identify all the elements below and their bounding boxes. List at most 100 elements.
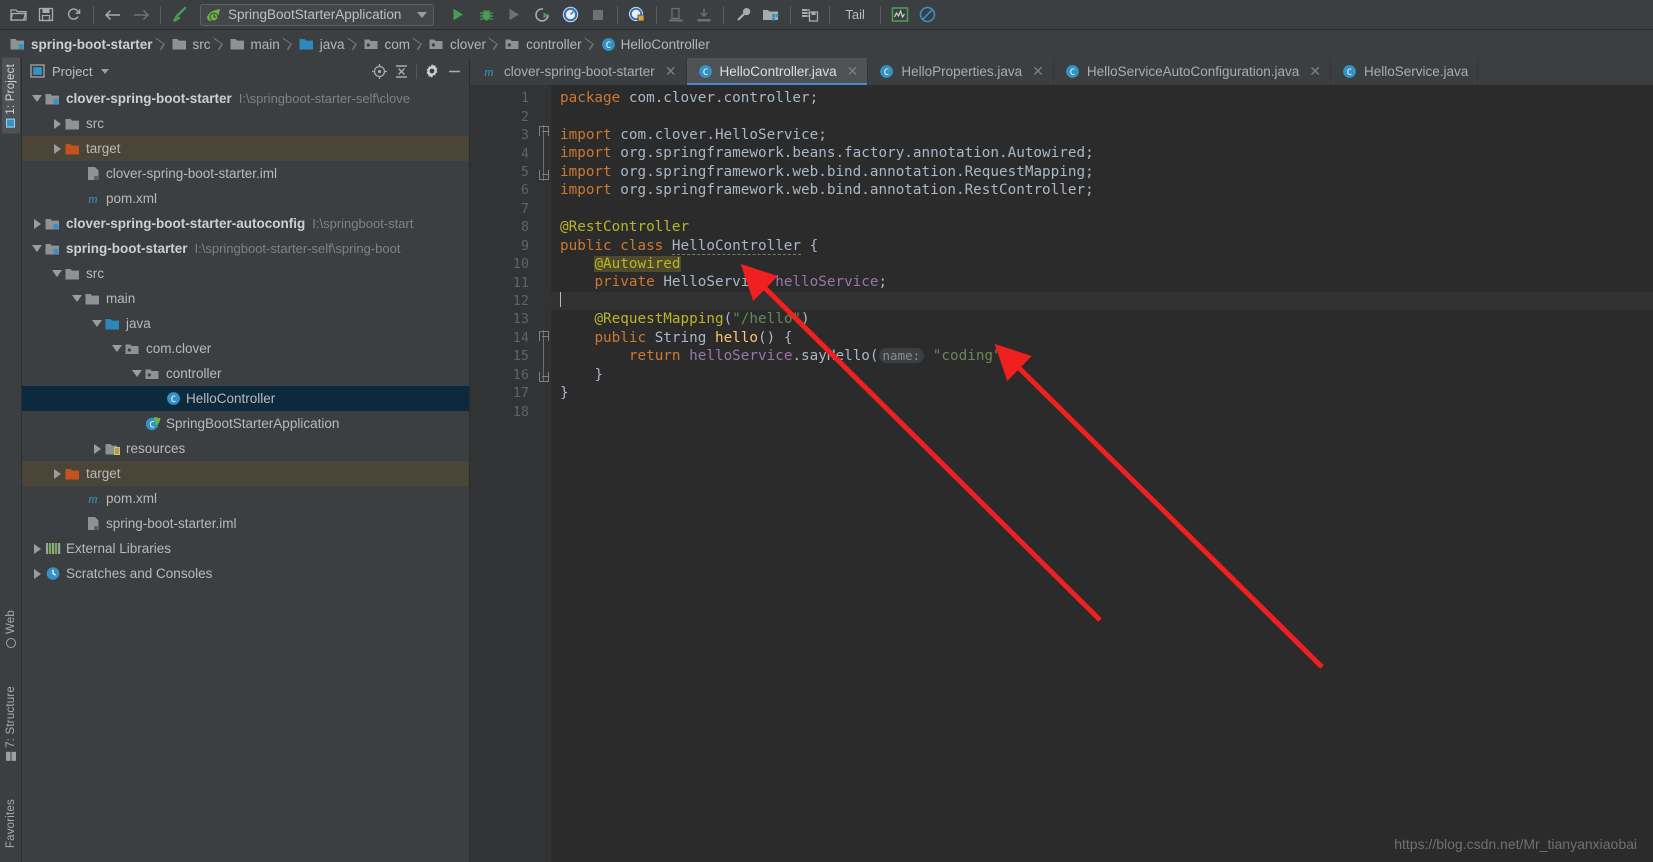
- collapse-arrow-icon[interactable]: [52, 270, 62, 277]
- gutter-line-17[interactable]: 17: [470, 384, 536, 402]
- save-all-icon[interactable]: [33, 3, 59, 27]
- debug-icon[interactable]: [473, 3, 499, 27]
- open-folder-icon[interactable]: [5, 3, 31, 27]
- no-entry-icon[interactable]: [915, 3, 941, 27]
- run-with-coverage-icon[interactable]: [501, 3, 527, 27]
- tree-item-spring-boot-starter-iml[interactable]: spring-boot-starter.iml: [22, 511, 469, 536]
- breadcrumb-item-com[interactable]: com: [360, 30, 413, 58]
- tree-item-target[interactable]: target: [22, 136, 469, 161]
- wrench-settings-icon[interactable]: [730, 3, 756, 27]
- code-line-3[interactable]: import com.clover.HelloService;: [551, 126, 1653, 144]
- code-line-16[interactable]: }: [551, 366, 1653, 384]
- chevron-down-icon[interactable]: [101, 68, 110, 74]
- close-icon[interactable]: ✕: [665, 63, 677, 80]
- attach-profiler-icon[interactable]: [624, 3, 650, 27]
- sidebar-item-project[interactable]: 1: Project: [1, 58, 20, 134]
- code-line-11[interactable]: private HelloService helloService;: [551, 273, 1653, 291]
- expand-arrow-icon[interactable]: [53, 468, 61, 479]
- tree-twisty[interactable]: [70, 286, 84, 311]
- gear-icon[interactable]: [421, 60, 443, 82]
- run-icon[interactable]: [445, 3, 471, 27]
- expand-arrow-icon[interactable]: [33, 568, 41, 579]
- gutter-line-18[interactable]: 18: [470, 402, 536, 420]
- code-line-9[interactable]: public class HelloController {: [551, 237, 1653, 255]
- update-app-icon[interactable]: [663, 3, 689, 27]
- tree-item-resources[interactable]: resources: [22, 436, 469, 461]
- stop-icon[interactable]: [585, 3, 611, 27]
- editor-tab-hellocontroller-java[interactable]: C HelloController.java ✕: [686, 58, 869, 85]
- editor-tab-helloservice-java[interactable]: C HelloService.java: [1331, 58, 1479, 85]
- gutter-line-13[interactable]: 13: [470, 310, 536, 328]
- build-hammer-icon[interactable]: [167, 3, 193, 27]
- editor-gutter[interactable]: 12345678C9101112131415161718: [470, 85, 552, 862]
- code-line-2[interactable]: [551, 107, 1653, 125]
- breadcrumb-item-main[interactable]: main: [226, 30, 282, 58]
- tree-twisty[interactable]: [50, 111, 64, 136]
- tree-item-pom-xml[interactable]: m pom.xml: [22, 186, 469, 211]
- gutter-line-6[interactable]: 6: [470, 181, 536, 199]
- tree-item-external-libraries[interactable]: External Libraries: [22, 536, 469, 561]
- tree-twisty[interactable]: [50, 136, 64, 161]
- gutter-line-11[interactable]: 11: [470, 273, 552, 291]
- close-icon[interactable]: ✕: [1032, 63, 1044, 80]
- collapse-arrow-icon[interactable]: [32, 245, 42, 252]
- expand-arrow-icon[interactable]: [53, 143, 61, 154]
- gutter-line-12[interactable]: 12: [470, 292, 536, 310]
- gutter-line-9[interactable]: C9: [470, 237, 551, 255]
- tree-item-pom-xml[interactable]: m pom.xml: [22, 486, 469, 511]
- breadcrumb-item-java[interactable]: java: [295, 30, 347, 58]
- gutter-line-14[interactable]: 14: [470, 329, 536, 347]
- collapse-arrow-icon[interactable]: [92, 320, 102, 327]
- tree-twisty[interactable]: [30, 561, 44, 586]
- breadcrumb-item-src[interactable]: src: [168, 30, 213, 58]
- project-tree[interactable]: clover-spring-boot-starter I:\springboot-…: [22, 84, 469, 862]
- code-line-10[interactable]: @Autowired: [551, 255, 1653, 273]
- editor-tab-clover-spring-boot-starter[interactable]: m clover-spring-boot-starter ✕: [470, 58, 687, 85]
- collapse-arrow-icon[interactable]: [112, 345, 122, 352]
- code-line-13[interactable]: @RequestMapping("/hello"): [551, 310, 1653, 328]
- collapse-arrow-icon[interactable]: [32, 95, 42, 102]
- tree-twisty[interactable]: [30, 211, 44, 236]
- editor-tab-helloserviceautoconfiguration-java[interactable]: C HelloServiceAutoConfiguration.java ✕: [1054, 58, 1331, 85]
- code-line-14[interactable]: public String hello() {: [551, 329, 1653, 347]
- code-line-8[interactable]: @RestController: [551, 218, 1653, 236]
- database-save-icon[interactable]: [797, 3, 823, 27]
- sync-refresh-icon[interactable]: [61, 3, 87, 27]
- code-folding-column[interactable]: [536, 85, 551, 862]
- breadcrumb-item-clover[interactable]: clover: [425, 30, 488, 58]
- code-line-1[interactable]: package com.clover.controller;: [551, 89, 1653, 107]
- close-icon[interactable]: ✕: [847, 63, 859, 80]
- gutter-line-16[interactable]: 16: [470, 366, 536, 384]
- tree-item-spring-boot-starter[interactable]: spring-boot-starter I:\springboot-starter…: [22, 236, 469, 261]
- tree-item-java[interactable]: java: [22, 311, 469, 336]
- tree-item-src[interactable]: src: [22, 261, 469, 286]
- code-line-4[interactable]: import org.springframework.beans.factory…: [551, 144, 1653, 162]
- expand-arrow-icon[interactable]: [53, 118, 61, 129]
- sidebar-item-favorites[interactable]: Favorites: [2, 793, 20, 854]
- run-configuration-selector[interactable]: SpringBootStarterApplication: [200, 3, 435, 26]
- expand-arrow-icon[interactable]: [33, 543, 41, 554]
- gutter-line-4[interactable]: 4: [470, 144, 536, 162]
- tree-item-clover-spring-boot-starter[interactable]: clover-spring-boot-starter I:\springboot-…: [22, 86, 469, 111]
- code-line-17[interactable]: }: [551, 384, 1653, 402]
- code-line-15[interactable]: return helloService.sayHello(name: "codi…: [551, 347, 1653, 365]
- code-content[interactable]: package com.clover.controller; import co…: [551, 85, 1653, 862]
- tree-twisty[interactable]: [30, 86, 44, 111]
- expand-arrow-icon[interactable]: [33, 218, 41, 229]
- code-line-7[interactable]: [551, 200, 1653, 218]
- tree-twisty[interactable]: [30, 536, 44, 561]
- monitor-chart-icon[interactable]: [887, 3, 913, 27]
- tree-twisty[interactable]: [30, 236, 44, 261]
- profiler-icon[interactable]: [557, 3, 583, 27]
- breadcrumb-item-controller[interactable]: controller: [501, 30, 584, 58]
- gutter-line-10[interactable]: 10: [470, 255, 536, 273]
- chevron-down-icon[interactable]: [417, 11, 428, 18]
- scroll-from-source-icon[interactable]: [368, 60, 390, 82]
- gutter-line-2[interactable]: 2: [470, 107, 536, 125]
- hide-panel-icon[interactable]: [443, 60, 465, 82]
- tree-item-target[interactable]: target: [22, 461, 469, 486]
- rerun-icon[interactable]: [529, 3, 555, 27]
- collapse-arrow-icon[interactable]: [72, 295, 82, 302]
- tree-twisty[interactable]: [50, 261, 64, 286]
- tree-twisty[interactable]: [50, 461, 64, 486]
